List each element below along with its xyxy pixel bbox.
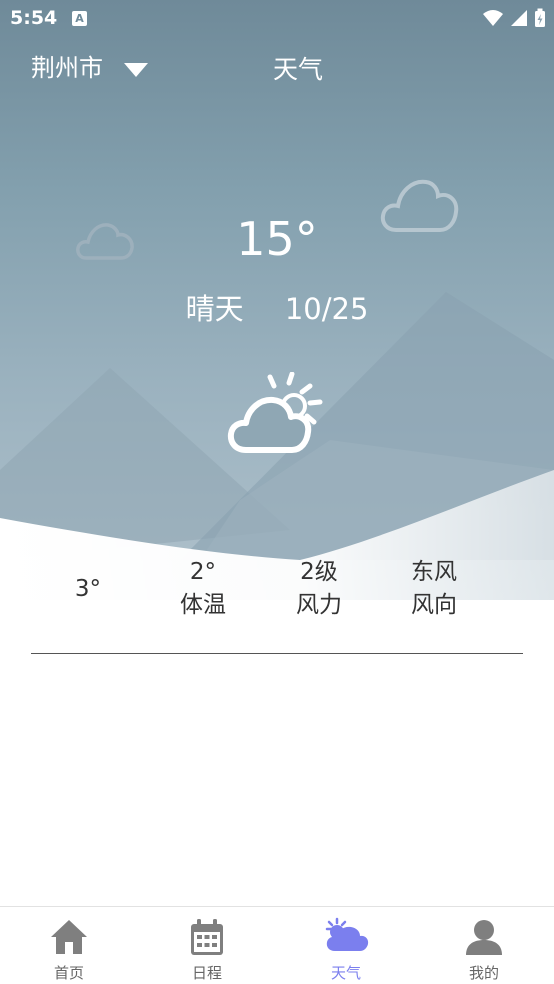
status-icons — [482, 8, 546, 28]
detail-label: 风向 — [411, 592, 457, 618]
nav-label: 天气 — [330, 964, 361, 982]
detail-value: 3° — [74, 576, 102, 602]
weather-condition: 晴天 — [185, 292, 244, 326]
detail-label: 风力 — [296, 592, 342, 618]
weather-date: 10/25 — [284, 292, 369, 326]
current-temperature: 15° — [236, 212, 318, 266]
weather-details: 3° 2° 体温 2级 风力 东风 风向 — [0, 556, 554, 626]
user-icon — [466, 920, 502, 955]
divider — [31, 653, 523, 654]
status-time: 5:54 — [10, 7, 58, 29]
home-icon — [51, 920, 87, 954]
weather-hero: 5:54 A 荆州市 天气 15° 晴天 10/25 — [0, 0, 554, 640]
weather-icon — [325, 917, 369, 951]
nav-item-home[interactable]: 首页 — [0, 907, 138, 984]
status-bar: 5:54 A — [0, 0, 554, 36]
detail-value: 2° — [189, 559, 217, 585]
signal-icon — [511, 10, 527, 26]
detail-label: 体温 — [180, 592, 226, 618]
detail-value: 2级 — [300, 559, 338, 585]
battery-icon — [535, 8, 545, 27]
nav-label: 日程 — [191, 964, 222, 982]
nav-label: 首页 — [53, 964, 84, 982]
notification-icon: A — [72, 11, 87, 26]
detail-wind-force: 2级 风力 — [259, 556, 379, 622]
detail-wind-direction: 东风 风向 — [374, 556, 494, 622]
nav-item-profile[interactable]: 我的 — [415, 907, 553, 984]
bottom-nav: 首页 日程 天气 我的 — [0, 906, 554, 984]
weather-screen: 5:54 A 荆州市 天气 15° 晴天 10/25 3° 2° 体温 2级 风… — [0, 0, 554, 984]
condition-line: 晴天 10/25 — [0, 286, 554, 328]
detail-value: 东风 — [411, 559, 457, 585]
nav-item-schedule[interactable]: 日程 — [138, 907, 276, 984]
nav-item-weather[interactable]: 天气 — [277, 907, 415, 984]
partly-sunny-icon — [227, 372, 323, 453]
nav-label: 我的 — [468, 964, 499, 982]
page-title: 天气 — [272, 55, 323, 84]
calendar-icon — [191, 919, 223, 955]
detail-low-temp: 3° — [28, 573, 148, 606]
detail-body-temp: 2° 体温 — [143, 556, 263, 622]
wifi-icon — [483, 10, 503, 26]
